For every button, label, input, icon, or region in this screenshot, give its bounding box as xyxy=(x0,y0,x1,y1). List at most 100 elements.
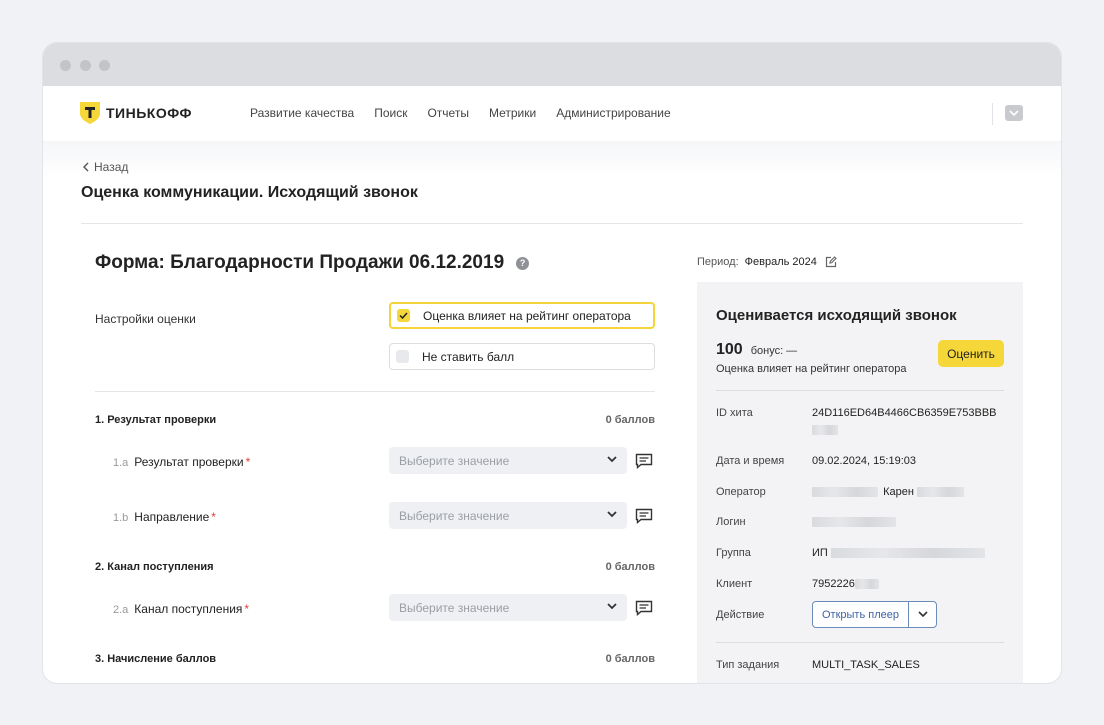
rate-button[interactable]: Оценить xyxy=(938,340,1004,367)
help-icon[interactable]: ? xyxy=(516,256,530,270)
section-score: 0 баллов xyxy=(605,561,655,573)
period-value: Февраль 2024 xyxy=(744,256,817,268)
call-info-panel: Оценивается исходящий звонок 100 бонус: … xyxy=(697,282,1023,683)
period-indicator: Период: Февраль 2024 xyxy=(697,256,837,268)
influence-text: Оценка влияет на рейтинг оператора xyxy=(716,363,907,375)
browser-window: ТИНЬКОФФ Развитие качества Поиск Отчеты … xyxy=(43,43,1061,683)
select-placeholder: Выберите значение xyxy=(399,600,510,615)
page-title: Оценка коммуникации. Исходящий звонок xyxy=(81,184,418,201)
client-value: 7952226 xyxy=(812,578,879,590)
login-redacted xyxy=(812,516,896,528)
required-mark: * xyxy=(244,602,250,616)
section-title: 3. Начисление баллов xyxy=(95,653,217,665)
question-number: 1.b xyxy=(113,512,129,524)
nav-divider xyxy=(992,103,993,125)
question-text: Направление xyxy=(134,510,210,524)
question-text: Результат проверки xyxy=(134,455,244,469)
datetime-label: Дата и время xyxy=(716,455,785,467)
chevron-left-icon xyxy=(83,162,89,172)
checkbox-checked-icon xyxy=(397,309,410,322)
page-header: Назад Оценка коммуникации. Исходящий зво… xyxy=(43,141,1061,223)
player-dropdown-toggle[interactable] xyxy=(909,602,936,627)
panel-divider xyxy=(716,390,1004,391)
group-prefix: ИП xyxy=(812,547,828,559)
window-close-dot[interactable] xyxy=(60,60,71,71)
section-score: 0 баллов xyxy=(605,653,655,665)
client-label: Клиент xyxy=(716,578,753,590)
chevron-down-icon xyxy=(607,511,617,518)
login-label: Логин xyxy=(716,516,746,528)
checkbox-label: Не ставить балл xyxy=(422,349,515,364)
question-number: 1.a xyxy=(113,457,129,469)
required-mark: * xyxy=(245,455,251,469)
window-maximize-dot[interactable] xyxy=(99,60,110,71)
nav-item-quality[interactable]: Развитие качества xyxy=(250,106,354,120)
header-divider xyxy=(81,223,1023,224)
operator-name: Карен xyxy=(883,486,914,498)
period-label: Период: xyxy=(697,256,739,268)
no-score-checkbox[interactable]: Не ставить балл xyxy=(389,343,655,370)
chevron-down-icon xyxy=(917,611,928,618)
checkbox-unchecked-icon xyxy=(396,350,409,363)
direction-select[interactable]: Выберите значение xyxy=(389,502,627,529)
section-title: 2. Канал поступления xyxy=(95,561,214,573)
datetime-value: 09.02.2024, 15:19:03 xyxy=(812,455,916,467)
form-title: Форма: Благодарности Продажи 06.12.2019 … xyxy=(95,252,530,274)
question-label: 1.b Направление * xyxy=(113,510,216,524)
operator-value: Карен xyxy=(812,486,964,498)
action-label: Действие xyxy=(716,609,765,621)
section-score: 0 баллов xyxy=(605,414,655,426)
hit-id-label: ID хита xyxy=(716,407,753,419)
question-label: 2.a Канал поступления * xyxy=(113,602,249,616)
edit-icon[interactable] xyxy=(825,256,837,268)
rating-influence-checkbox[interactable]: Оценка влияет на рейтинг оператора xyxy=(389,302,655,329)
nav-item-reports[interactable]: Отчеты xyxy=(427,106,468,120)
task-type-value: MULTI_TASK_SALES xyxy=(812,659,920,671)
nav-item-search[interactable]: Поиск xyxy=(374,106,407,120)
main-menu: Развитие качества Поиск Отчеты Метрики А… xyxy=(250,106,691,120)
brand-logo[interactable]: ТИНЬКОФФ xyxy=(80,102,192,124)
shield-logo-icon xyxy=(80,102,100,124)
panel-title: Оценивается исходящий звонок xyxy=(716,307,957,324)
open-player-button[interactable]: Открыть плеер xyxy=(812,601,937,628)
comment-icon[interactable] xyxy=(635,508,653,524)
select-placeholder: Выберите значение xyxy=(399,453,510,468)
required-mark: * xyxy=(211,510,216,524)
nav-item-admin[interactable]: Администрирование xyxy=(556,106,670,120)
question-label: 1.a Результат проверки * xyxy=(113,455,250,469)
user-avatar[interactable] xyxy=(1005,105,1023,121)
window-titlebar xyxy=(43,43,1061,86)
panel-divider xyxy=(716,642,1004,643)
back-link[interactable]: Назад xyxy=(83,160,128,174)
channel-select[interactable]: Выберите значение xyxy=(389,594,627,621)
window-minimize-dot[interactable] xyxy=(80,60,91,71)
nav-item-metrics[interactable]: Метрики xyxy=(489,106,536,120)
top-navigation: ТИНЬКОФФ Развитие качества Поиск Отчеты … xyxy=(43,86,1061,141)
chevron-down-icon xyxy=(1009,109,1019,116)
group-label: Группа xyxy=(716,547,751,559)
form-title-text: Форма: Благодарности Продажи 06.12.2019 xyxy=(95,252,505,273)
settings-label: Настройки оценки xyxy=(95,312,196,326)
comment-icon[interactable] xyxy=(635,600,653,616)
comment-icon[interactable] xyxy=(635,453,653,469)
group-value: ИП xyxy=(812,547,985,559)
question-text: Канал поступления xyxy=(134,602,243,616)
score-value: 100 xyxy=(716,341,743,358)
open-player-label[interactable]: Открыть плеер xyxy=(813,602,909,627)
chevron-down-icon xyxy=(607,456,617,463)
select-placeholder: Выберите значение xyxy=(399,508,510,523)
hit-id-value: 24D116ED64B4466CB6359E753BBB xyxy=(812,407,997,419)
back-label: Назад xyxy=(94,160,129,174)
score-line: 100 бонус: — xyxy=(716,341,797,359)
question-number: 2.a xyxy=(113,604,129,616)
brand-name: ТИНЬКОФФ xyxy=(106,105,192,121)
result-select[interactable]: Выберите значение xyxy=(389,447,627,474)
operator-label: Оператор xyxy=(716,486,766,498)
hit-id-redacted xyxy=(812,424,838,436)
section-title: 1. Результат проверки xyxy=(95,414,217,426)
task-type-label: Тип задания xyxy=(716,659,780,671)
client-number: 7952226 xyxy=(812,578,855,590)
settings-divider xyxy=(95,391,655,392)
chevron-down-icon xyxy=(607,603,617,610)
checkbox-label: Оценка влияет на рейтинг оператора xyxy=(423,308,631,323)
